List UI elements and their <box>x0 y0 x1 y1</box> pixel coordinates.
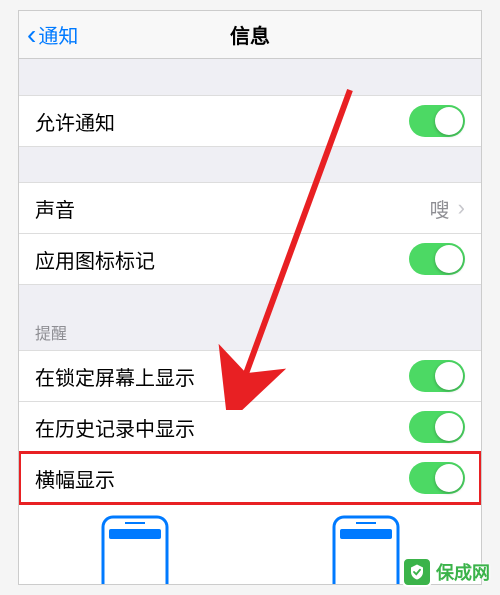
shield-icon <box>402 557 432 587</box>
page-title: 信息 <box>230 20 270 49</box>
row-label: 允许通知 <box>35 107 115 136</box>
row-accessory: 嗖 › <box>430 194 465 223</box>
back-button[interactable]: ‹ 通知 <box>27 20 78 49</box>
banner-style-persistent[interactable]: 持续 <box>324 515 408 585</box>
row-label: 在锁定屏幕上显示 <box>35 362 195 391</box>
switch-allow-notifications[interactable] <box>409 105 465 137</box>
switch-banner[interactable] <box>409 462 465 494</box>
row-history: 在历史记录中显示 <box>19 401 481 453</box>
watermark-text: 保成网 <box>436 559 490 585</box>
switch-history[interactable] <box>409 411 465 443</box>
row-label: 在历史记录中显示 <box>35 413 195 442</box>
row-label: 声音 <box>35 194 75 223</box>
phone-temporary-icon <box>93 515 177 585</box>
banner-style-temporary[interactable]: 临时 <box>93 515 177 585</box>
back-label: 通知 <box>38 20 78 49</box>
group-sound: 声音 嗖 › 应用图标标记 <box>19 182 481 285</box>
group-header: 提醒 <box>19 312 481 350</box>
row-allow-notifications: 允许通知 <box>19 95 481 147</box>
sound-value: 嗖 <box>430 194 450 223</box>
settings-screen: ‹ 通知 信息 允许通知 声音 嗖 › 应用图标标记 提醒 在锁定屏幕上显示 <box>18 10 482 585</box>
group-allow: 允许通知 <box>19 95 481 147</box>
chevron-left-icon: ‹ <box>27 21 36 49</box>
row-badge: 应用图标标记 <box>19 233 481 285</box>
row-lock-screen: 在锁定屏幕上显示 <box>19 350 481 402</box>
row-banner: 横幅显示 <box>19 452 481 504</box>
row-label: 横幅显示 <box>35 464 115 493</box>
watermark: 保成网 <box>398 555 494 589</box>
phone-persistent-icon <box>324 515 408 585</box>
group-alerts: 提醒 在锁定屏幕上显示 在历史记录中显示 横幅显示 临时 <box>19 312 481 585</box>
switch-lock-screen[interactable] <box>409 360 465 392</box>
switch-badge[interactable] <box>409 243 465 275</box>
row-sound[interactable]: 声音 嗖 › <box>19 182 481 234</box>
chevron-right-icon: › <box>458 195 465 221</box>
nav-bar: ‹ 通知 信息 <box>19 11 481 59</box>
row-label: 应用图标标记 <box>35 245 155 274</box>
